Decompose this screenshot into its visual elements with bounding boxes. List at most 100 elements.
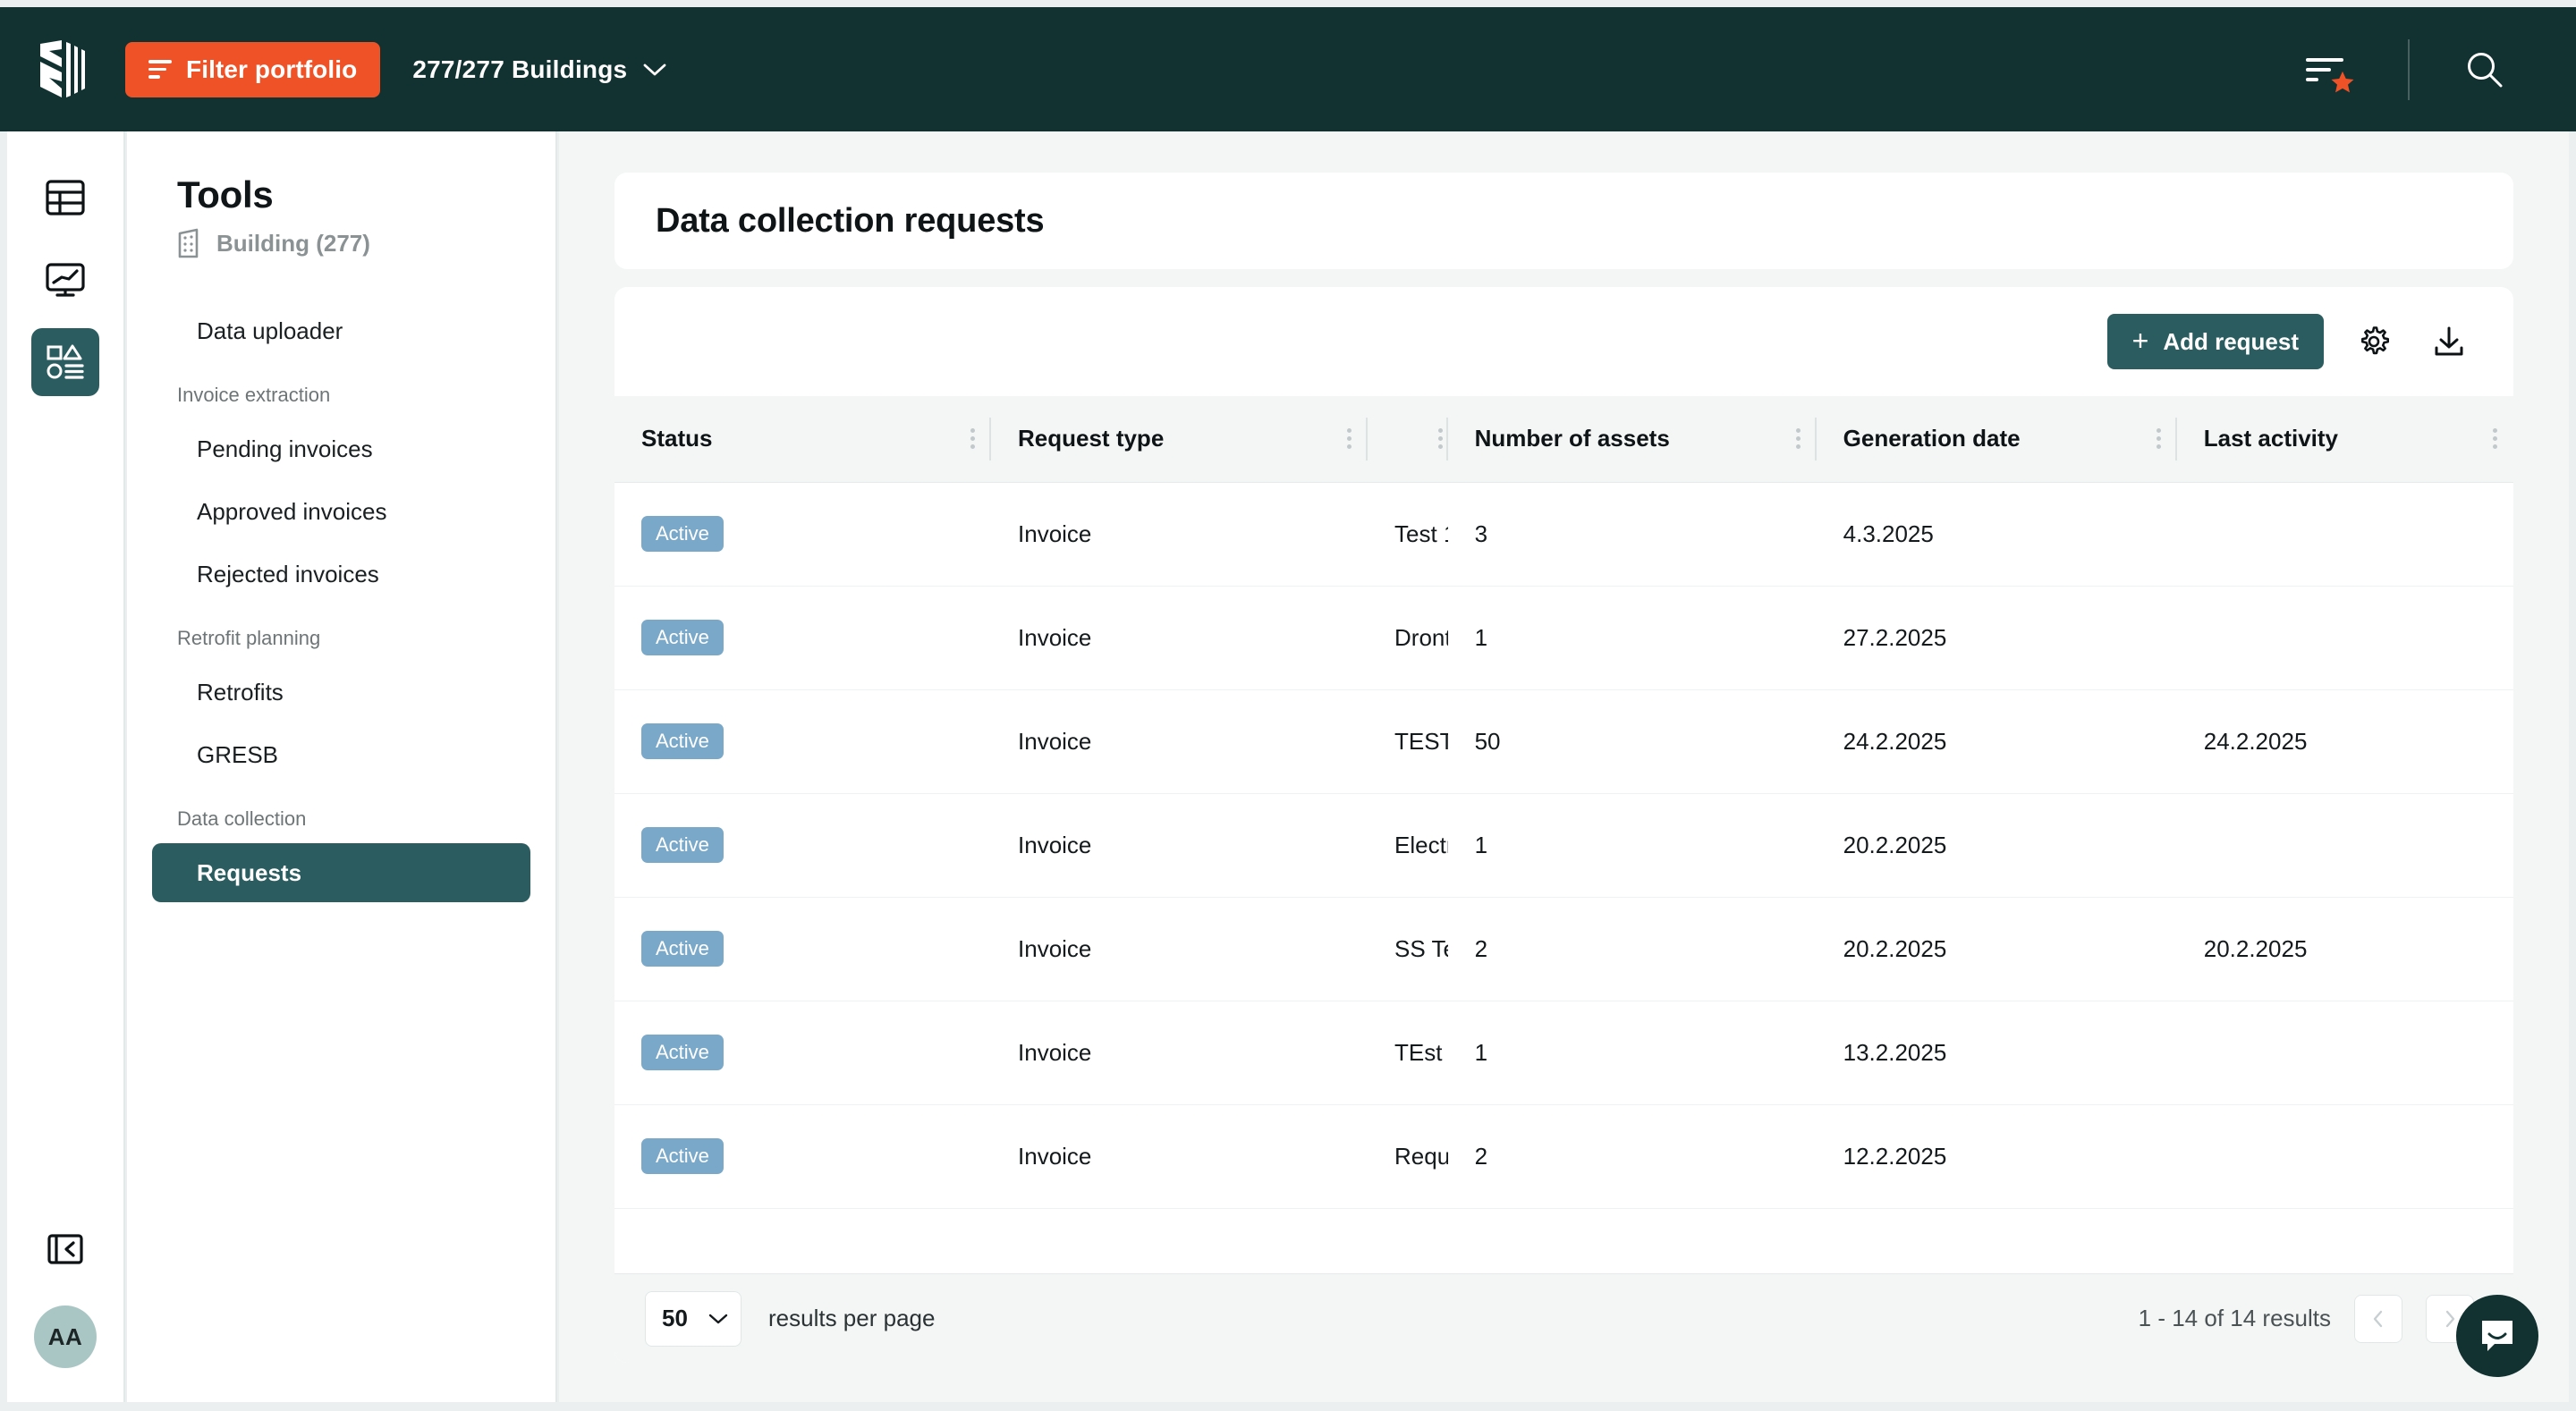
table-row[interactable]: Active Invoice TEst 1 13.2.2025 — [614, 1001, 2513, 1105]
nav-label: Approved invoices — [197, 497, 387, 525]
column-header-request-type[interactable]: Request type — [991, 396, 1368, 483]
avatar[interactable]: AA — [34, 1305, 97, 1368]
pagination-controls: 1 - 14 of 14 results — [2139, 1294, 2474, 1343]
table-settings-button[interactable] — [2349, 317, 2399, 367]
plus-icon: + — [2131, 325, 2149, 357]
building-logo-icon — [40, 39, 85, 97]
cell-number-of-assets: 2 — [1447, 897, 1817, 1001]
results-per-page-select[interactable]: 50 — [645, 1290, 741, 1347]
table-row[interactable]: Active Invoice Reque 2 12.2.2025 — [614, 1104, 2513, 1209]
cell-generation-date: 12.2.2025 — [1816, 1104, 2177, 1209]
nav-item-gresb[interactable]: GRESB — [152, 725, 530, 784]
rail-footer: AA — [34, 1221, 97, 1402]
cell-status: Active — [614, 586, 992, 690]
cell-name: TEST — [1368, 689, 1448, 794]
table-header-row: Status Request type Number of assets Gen… — [614, 396, 2513, 483]
column-label: Number of assets — [1474, 425, 1670, 452]
table-row[interactable]: Active Invoice Electr 1 20.2.2025 — [614, 793, 2513, 898]
column-header-name[interactable] — [1368, 396, 1448, 483]
cell-generation-date: 20.2.2025 — [1816, 793, 2177, 898]
column-label: Status — [641, 425, 713, 452]
rail-item-table[interactable] — [31, 164, 99, 232]
filter-lines-icon — [148, 60, 172, 79]
column-header-number-of-assets[interactable]: Number of assets — [1447, 396, 1817, 483]
app-logo[interactable] — [0, 39, 125, 99]
tools-scope: Building (277) — [152, 228, 530, 258]
table-row[interactable]: Active Invoice TEST 50 24.2.2025 24.2.20… — [614, 689, 2513, 794]
rail-item-tools[interactable] — [31, 328, 99, 396]
nav-item-approved-invoices[interactable]: Approved invoices — [152, 482, 530, 541]
cell-request-type: Invoice — [991, 793, 1368, 898]
filter-star-icon[interactable] — [2302, 45, 2356, 95]
cell-last-activity — [2176, 586, 2513, 690]
add-request-button[interactable]: + Add request — [2106, 314, 2324, 369]
rail-item-dashboard[interactable] — [31, 246, 99, 314]
shapes-list-icon — [47, 344, 84, 379]
table-row[interactable]: Active Invoice SS Tes 2 20.2.2025 20.2.2… — [614, 897, 2513, 1001]
cell-name: Electr — [1368, 793, 1448, 898]
monitor-chart-icon — [46, 263, 85, 297]
results-per-page-value: 50 — [662, 1305, 688, 1331]
cell-name: Test 1 — [1368, 482, 1448, 587]
cell-status: Active — [614, 793, 992, 898]
table-scroll-body[interactable]: Status Request type Number of assets Gen… — [614, 396, 2513, 1273]
cell-status: Active — [614, 482, 992, 587]
nav-group-data-collection: Data collection — [177, 807, 307, 831]
column-menu-icon[interactable] — [2156, 428, 2161, 450]
column-label: Last activity — [2203, 425, 2339, 452]
cell-last-activity — [2176, 482, 2513, 587]
column-menu-icon[interactable] — [2493, 428, 2497, 450]
chevron-left-icon — [2373, 1310, 2383, 1327]
filter-portfolio-button[interactable]: Filter portfolio — [125, 41, 381, 97]
nav-item-rejected-invoices[interactable]: Rejected invoices — [152, 545, 530, 604]
cell-request-type: Invoice — [991, 586, 1368, 690]
cell-name: SS Tes — [1368, 897, 1448, 1001]
table-row[interactable]: Active Invoice Dront 1 27.2.2025 — [614, 586, 2513, 690]
cell-number-of-assets: 1 — [1447, 1001, 1817, 1105]
app-header: Filter portfolio 277/277 Buildings — [0, 7, 2576, 131]
table-row[interactable]: Active Invoice Test 1 3 4.3.2025 — [614, 482, 2513, 587]
collapse-glyph — [47, 1234, 83, 1264]
chevron-down-icon — [708, 1314, 728, 1323]
cell-generation-date: 20.2.2025 — [1816, 897, 2177, 1001]
column-menu-icon[interactable] — [970, 428, 976, 450]
cell-request-type: Invoice — [991, 1104, 1368, 1209]
nav-item-retrofits[interactable]: Retrofits — [152, 663, 530, 722]
nav-item-requests[interactable]: Requests — [152, 843, 530, 903]
column-menu-icon[interactable] — [1795, 428, 1801, 450]
column-header-status[interactable]: Status — [614, 396, 992, 483]
filter-portfolio-label: Filter portfolio — [186, 55, 358, 83]
building-outline-icon — [178, 228, 199, 258]
panel-collapse-left-icon[interactable] — [38, 1221, 93, 1277]
column-label: Request type — [1018, 425, 1165, 452]
status-badge: Active — [641, 931, 724, 967]
tools-panel: Tools Building (277) Data uploader Invoi… — [127, 131, 557, 1402]
cell-status: Active — [614, 689, 992, 794]
cell-request-type: Invoice — [991, 1001, 1368, 1105]
nav-label: Pending invoices — [197, 435, 373, 462]
nav-item-pending-invoices[interactable]: Pending invoices — [152, 419, 530, 478]
cell-number-of-assets: 50 — [1447, 689, 1817, 794]
intercom-chat-button[interactable] — [2456, 1295, 2538, 1377]
nav-group-retrofit-planning: Retrofit planning — [177, 627, 321, 650]
column-menu-icon[interactable] — [1437, 428, 1443, 450]
column-menu-icon[interactable] — [1347, 428, 1352, 450]
nav-label: Rejected invoices — [197, 560, 379, 587]
portfolio-count-dropdown[interactable]: 277/277 Buildings — [412, 55, 666, 84]
column-header-last-activity[interactable]: Last activity — [2176, 396, 2513, 483]
page-title: Data collection requests — [656, 201, 1045, 240]
nav-label: Retrofits — [197, 678, 284, 706]
cell-generation-date: 4.3.2025 — [1816, 482, 2177, 587]
results-per-page-label: results per page — [768, 1305, 936, 1331]
search-glyph — [2468, 52, 2503, 87]
cell-last-activity — [2176, 793, 2513, 898]
cell-status: Active — [614, 897, 992, 1001]
column-header-generation-date[interactable]: Generation date — [1816, 396, 2177, 483]
nav-item-data-uploader[interactable]: Data uploader — [152, 301, 530, 360]
cell-last-activity: 24.2.2025 — [2176, 689, 2513, 794]
table-header: Status Request type Number of assets Gen… — [614, 396, 2513, 483]
search-icon[interactable] — [2458, 43, 2512, 97]
download-button[interactable] — [2424, 317, 2474, 367]
previous-page-button[interactable] — [2354, 1294, 2402, 1343]
cell-number-of-assets: 2 — [1447, 1104, 1817, 1209]
